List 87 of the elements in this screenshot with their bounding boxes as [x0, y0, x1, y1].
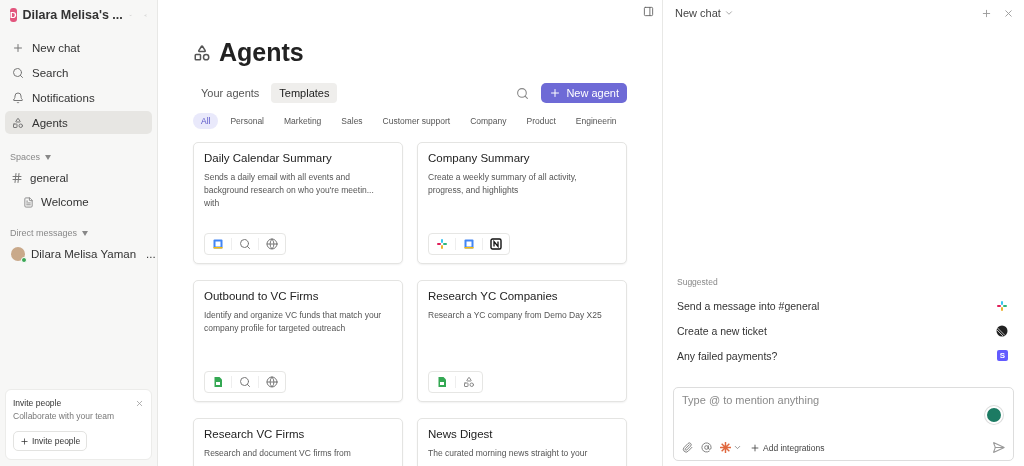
card-title: Research VC Firms	[204, 428, 306, 440]
slack-icon	[436, 238, 448, 250]
card-title: Company Summary	[428, 152, 531, 164]
search-icon	[239, 376, 251, 388]
agent-card[interactable]: Company Summary Create a weekly summary of all activity, progress, and highlights	[417, 142, 627, 264]
sparkle-icon[interactable]	[720, 442, 731, 453]
plus-icon	[12, 41, 24, 54]
section-title: Direct messages	[9, 228, 79, 238]
card-description: Identify and organize VC funds that match your company profile for targeted outreach	[204, 309, 382, 335]
filter-chip[interactable]: Sales	[333, 113, 371, 129]
calendar-icon	[212, 238, 224, 250]
plus-icon	[750, 442, 760, 453]
notion-icon	[490, 238, 502, 250]
agent-card[interactable]: Daily Calendar Summary Sends a daily email with all events and background research on who you're meetin... with	[193, 142, 403, 264]
filter-chip[interactable]: Customer support	[374, 113, 459, 129]
striped-circle-icon	[996, 324, 1008, 337]
nav-item[interactable]: Notifications	[5, 86, 152, 109]
grammarly-badge	[985, 406, 1003, 424]
spreadsheet-icon	[212, 376, 224, 388]
tab[interactable]: Templates	[271, 83, 338, 103]
spreadsheet-icon	[436, 376, 448, 388]
agent-card[interactable]: Research VC Firms Research and document VC firms from	[193, 418, 403, 466]
invite-button[interactable]: Invite people	[13, 431, 88, 451]
agent-card[interactable]: Research YC Companies Research a YC company from Demo Day X25	[417, 280, 627, 402]
card-description: The curated morning news straight to your	[428, 447, 589, 460]
globe-icon	[266, 238, 278, 250]
nav-item[interactable]: Agents	[5, 111, 152, 134]
card-title: News Digest	[428, 428, 494, 440]
filter-chip[interactable]: Personal	[222, 113, 272, 129]
at-sign-icon[interactable]	[701, 442, 712, 453]
card-title: Outbound to VC Firms	[204, 290, 320, 302]
filter-chip[interactable]: All	[193, 113, 219, 129]
globe-icon	[266, 376, 278, 388]
invite-title: Invite people	[13, 398, 62, 408]
channel-item[interactable]: general	[5, 166, 152, 190]
card-description: Sends a daily email with all events and background research on who you're meetin... with	[204, 171, 375, 210]
paperclip-icon[interactable]	[682, 442, 693, 453]
toggle-panel-button[interactable]	[643, 6, 654, 17]
workspace-name: Dilara Melisa's ...	[22, 8, 123, 22]
page-item[interactable]: Welcome	[5, 190, 152, 214]
suggestion-item[interactable]: Send a message into #general	[675, 293, 1014, 318]
plus-icon[interactable]	[981, 7, 992, 19]
triangle-down-icon	[45, 154, 52, 160]
card-title: Daily Calendar Summary	[204, 152, 333, 164]
page-title: Agents	[219, 38, 304, 67]
chat-title-dropdown[interactable]: New chat	[675, 7, 734, 19]
shapes-icon	[463, 376, 475, 388]
card-description: Create a weekly summary of all activity, progress, and highlights	[428, 171, 578, 197]
card-description: Research a YC company from Demo Day X25	[428, 309, 603, 322]
close-icon[interactable]	[1003, 7, 1014, 19]
message-composer[interactable]: Type @ to mention anything Add integrations	[673, 387, 1014, 461]
search-button[interactable]	[516, 86, 530, 100]
plus-icon	[549, 87, 562, 99]
slack-icon	[996, 299, 1008, 312]
new-agent-button[interactable]: New agent	[541, 83, 627, 103]
card-title: Research YC Companies	[428, 290, 559, 302]
agent-card[interactable]: Outbound to VC Firms Identify and organize VC funds that match your company profile for targeted outreach	[193, 280, 403, 402]
add-integrations-button[interactable]: Add integrations	[750, 442, 825, 453]
suggestion-item[interactable]: Any failed payments? S	[675, 343, 1014, 368]
stripe-logo: S	[997, 350, 1008, 361]
workspace-avatar: D	[10, 8, 17, 22]
document-icon	[23, 196, 34, 208]
agent-card[interactable]: News Digest The curated morning news straight to your	[417, 418, 627, 466]
nav-item[interactable]: Search	[5, 61, 152, 84]
filter-chip[interactable]: Company	[462, 113, 515, 129]
plus-icon	[20, 436, 29, 446]
search-icon	[12, 66, 24, 79]
section-title: Spaces	[9, 152, 42, 162]
triangle-down-icon	[82, 230, 89, 236]
hash-icon	[11, 172, 23, 184]
invite-text: Collaborate with your team	[13, 411, 116, 421]
filter-chip[interactable]: Marketing	[276, 113, 330, 129]
search-icon	[239, 238, 251, 250]
close-icon[interactable]	[135, 398, 144, 408]
calendar-icon	[463, 238, 475, 250]
suggested-label: Suggested	[676, 277, 719, 289]
filter-chip[interactable]: Product	[518, 113, 564, 129]
send-icon[interactable]	[992, 441, 1005, 454]
shapes-icon	[193, 43, 211, 62]
filter-chip[interactable]: Engineerin	[567, 113, 625, 129]
tab[interactable]: Your agents	[193, 83, 268, 103]
suggestion-item[interactable]: Create a new ticket	[675, 318, 1014, 343]
avatar	[11, 247, 25, 261]
bell-icon	[12, 91, 24, 104]
nav-item[interactable]: New chat	[5, 36, 152, 59]
shapes-icon	[12, 116, 24, 129]
card-description: Research and document VC firms from	[204, 447, 352, 460]
